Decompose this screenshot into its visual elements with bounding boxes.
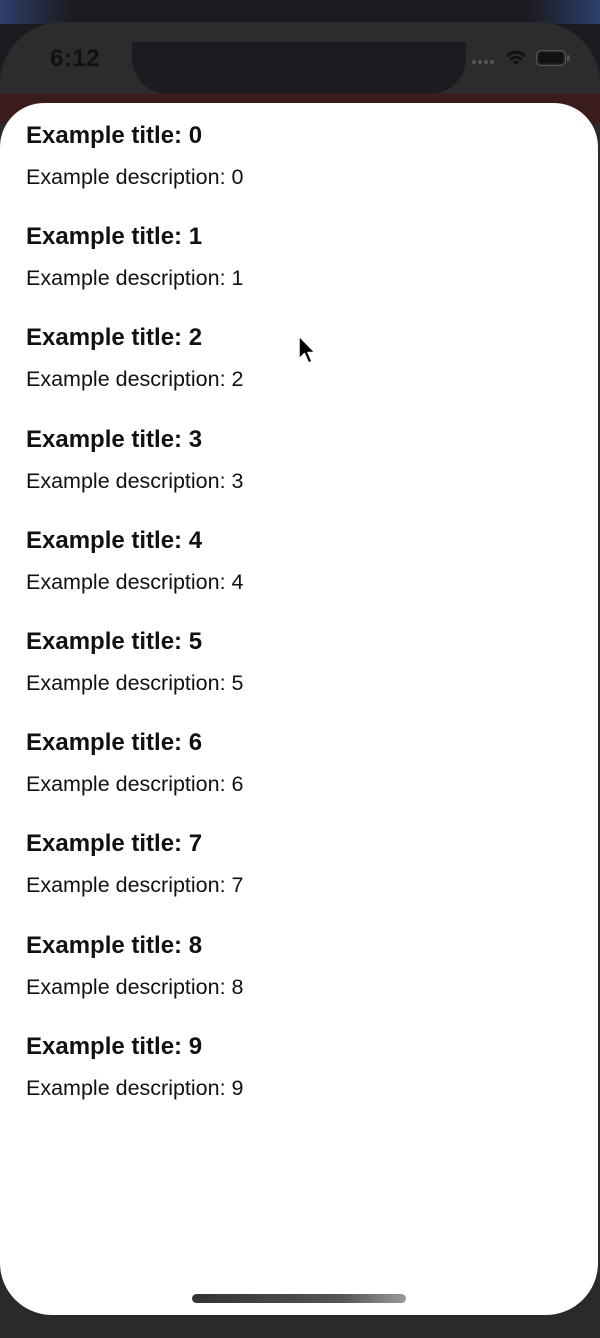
list-item[interactable]: Example title: 6 Example description: 6 <box>26 728 244 829</box>
list-item[interactable]: Example title: 2 Example description: 2 <box>26 323 244 424</box>
item-title: Example title: 9 <box>26 1032 203 1060</box>
device-frame-edge <box>0 0 600 24</box>
item-title: Example title: 5 <box>26 627 203 655</box>
item-title: Example title: 4 <box>26 526 203 554</box>
wifi-icon <box>504 49 528 72</box>
list-item[interactable]: Example title: 3 Example description: 3 <box>26 425 244 526</box>
item-description: Example description: 7 <box>26 873 244 898</box>
item-description: Example description: 6 <box>26 772 244 797</box>
item-description: Example description: 4 <box>26 569 244 594</box>
item-description: Example description: 5 <box>26 670 244 695</box>
notch <box>132 42 466 94</box>
item-description: Example description: 8 <box>26 974 244 999</box>
list-item[interactable]: Example title: 7 Example description: 7 <box>26 829 244 930</box>
list-item[interactable]: Example title: 5 Example description: 5 <box>26 627 244 728</box>
item-description: Example description: 2 <box>26 367 244 392</box>
item-title: Example title: 1 <box>26 223 203 251</box>
home-indicator[interactable] <box>192 1294 406 1303</box>
cellular-signal-icon <box>472 51 496 69</box>
item-description: Example description: 1 <box>26 266 244 291</box>
item-title: Example title: 7 <box>26 830 203 858</box>
list-item[interactable]: Example title: 8 Example description: 8 <box>26 931 244 1032</box>
status-time: 6:12 <box>50 45 101 72</box>
mouse-pointer-icon <box>297 335 317 365</box>
item-title: Example title: 2 <box>26 324 203 352</box>
item-title: Example title: 6 <box>26 729 203 757</box>
battery-icon <box>536 49 570 71</box>
item-description: Example description: 3 <box>26 468 244 493</box>
list-item[interactable]: Example title: 9 Example description: 9 <box>26 1032 244 1133</box>
device-frame: 6:12 Example title: 0 Example descriptio… <box>0 0 600 1338</box>
item-title: Example title: 8 <box>26 931 203 959</box>
status-icons <box>472 48 570 72</box>
item-title: Example title: 3 <box>26 425 203 453</box>
list-item[interactable]: Example title: 0 Example description: 0 <box>26 121 244 222</box>
example-list[interactable]: Example title: 0 Example description: 0 … <box>26 121 244 1133</box>
modal-sheet[interactable]: Example title: 0 Example description: 0 … <box>0 103 598 1315</box>
list-item[interactable]: Example title: 1 Example description: 1 <box>26 222 244 323</box>
list-item[interactable]: Example title: 4 Example description: 4 <box>26 526 244 627</box>
item-title: Example title: 0 <box>26 122 203 149</box>
item-description: Example description: 0 <box>26 165 244 189</box>
item-description: Example description: 9 <box>26 1075 244 1100</box>
